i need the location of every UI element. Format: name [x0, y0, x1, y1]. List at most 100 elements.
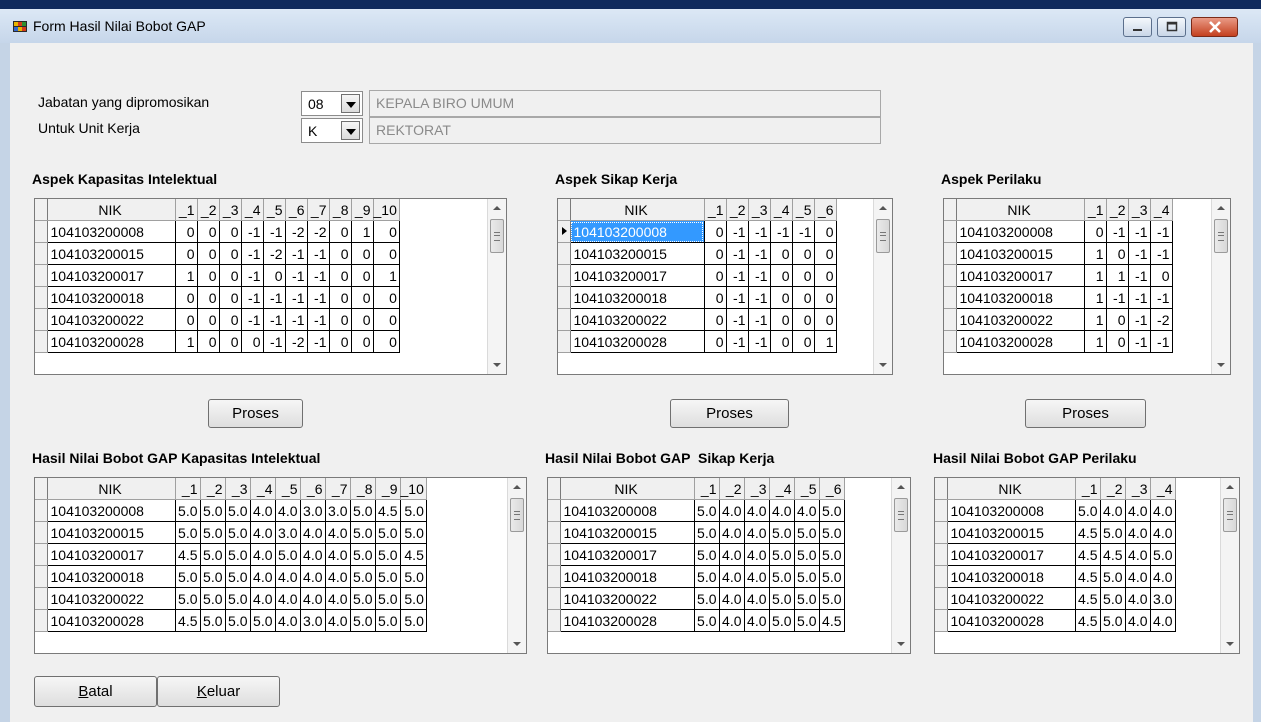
row-indicator[interactable] — [935, 543, 948, 566]
scroll-thumb[interactable] — [876, 219, 890, 253]
value-cell[interactable]: 4.0 — [325, 565, 351, 588]
row-indicator[interactable] — [558, 264, 571, 287]
table-row[interactable]: 104103200017 5.0 4.0 4.0 5.0 5.0 5.0 — [548, 543, 845, 566]
value-cell[interactable]: -1 — [726, 264, 749, 287]
row-indicator[interactable] — [35, 587, 48, 610]
nik-cell[interactable]: 104103200008 — [947, 499, 1076, 522]
column-header[interactable]: _3 — [1128, 199, 1151, 221]
table-row[interactable]: 104103200017 1 1 -1 0 — [944, 264, 1173, 287]
value-cell[interactable]: 4.0 — [1150, 499, 1176, 522]
table-row[interactable]: 104103200015 0 0 0 -1 -2 -1 -1 0 0 0 — [35, 242, 400, 265]
value-cell[interactable]: -1 — [285, 242, 308, 265]
value-cell[interactable]: -1 — [263, 308, 286, 331]
value-cell[interactable]: -1 — [307, 264, 330, 287]
value-cell[interactable]: 5.0 — [1150, 543, 1176, 566]
table-row[interactable]: 104103200015 4.5 5.0 4.0 4.0 — [935, 521, 1176, 544]
value-cell[interactable]: -1 — [748, 242, 771, 265]
value-cell[interactable]: -1 — [285, 308, 308, 331]
value-cell[interactable]: 0 — [197, 330, 220, 353]
value-cell[interactable]: -2 — [285, 330, 308, 353]
value-cell[interactable]: 0 — [770, 308, 793, 331]
value-cell[interactable]: 4.0 — [744, 609, 770, 632]
value-cell[interactable]: 4.0 — [744, 499, 770, 522]
scroll-thumb[interactable] — [1223, 498, 1237, 532]
nik-cell[interactable]: 104103200015 — [570, 242, 705, 265]
value-cell[interactable]: -2 — [285, 220, 308, 243]
value-cell[interactable]: 5.0 — [819, 587, 845, 610]
value-cell[interactable]: 0 — [1106, 242, 1129, 265]
column-header[interactable]: _1 — [1084, 199, 1107, 221]
value-cell[interactable]: 4.0 — [250, 587, 276, 610]
value-cell[interactable]: 5.0 — [1075, 499, 1101, 522]
scroll-up-icon[interactable] — [508, 478, 526, 496]
value-cell[interactable]: 4.0 — [250, 499, 276, 522]
scroll-down-icon[interactable] — [892, 635, 910, 653]
value-cell[interactable]: -1 — [1150, 286, 1173, 309]
value-cell[interactable]: 5.0 — [819, 521, 845, 544]
row-indicator[interactable] — [35, 242, 48, 265]
scroll-down-icon[interactable] — [488, 356, 506, 374]
column-header[interactable]: _7 — [307, 199, 330, 221]
scroll-up-icon[interactable] — [1221, 478, 1239, 496]
value-cell[interactable]: 5.0 — [400, 521, 427, 544]
column-header[interactable]: _2 — [719, 478, 745, 500]
scroll-thumb[interactable] — [894, 498, 908, 532]
column-header[interactable]: _8 — [329, 199, 352, 221]
value-cell[interactable]: -1 — [726, 242, 749, 265]
scroll-thumb[interactable] — [490, 219, 504, 253]
table-row[interactable]: 104103200028 4.5 5.0 5.0 5.0 4.0 3.0 4.0 5.0 5.0 5… — [35, 609, 427, 632]
column-header[interactable]: NIK — [47, 478, 176, 500]
nik-cell[interactable]: 104103200028 — [47, 609, 176, 632]
value-cell[interactable]: 5.0 — [794, 587, 820, 610]
value-cell[interactable]: -1 — [748, 286, 771, 309]
grid-aspek-perilaku[interactable]: NIK _1 _2 _3 _4 104103200008 0 -1 -1 -1 1041032000… — [943, 198, 1231, 375]
column-header[interactable]: _2 — [1106, 199, 1129, 221]
table-row[interactable]: 104103200017 4.5 4.5 4.0 5.0 — [935, 543, 1176, 566]
column-header[interactable]: _8 — [350, 478, 376, 500]
vertical-scrollbar[interactable] — [891, 478, 910, 653]
value-cell[interactable]: 5.0 — [225, 499, 251, 522]
value-cell[interactable]: -2 — [307, 220, 330, 243]
row-indicator[interactable] — [944, 220, 957, 243]
column-header[interactable]: _3 — [1125, 478, 1151, 500]
value-cell[interactable]: 4.0 — [719, 543, 745, 566]
value-cell[interactable]: 4.0 — [719, 587, 745, 610]
value-cell[interactable]: 5.0 — [1100, 521, 1126, 544]
nik-cell[interactable]: 104103200015 — [47, 521, 176, 544]
table-row[interactable]: 104103200018 5.0 4.0 4.0 5.0 5.0 5.0 — [548, 565, 845, 588]
value-cell[interactable]: 5.0 — [769, 587, 795, 610]
value-cell[interactable]: 5.0 — [794, 565, 820, 588]
nik-cell[interactable]: 104103200018 — [956, 286, 1085, 309]
row-indicator[interactable] — [548, 521, 561, 544]
column-header[interactable]: _1 — [704, 199, 727, 221]
column-header[interactable]: _3 — [219, 199, 242, 221]
value-cell[interactable]: 0 — [329, 286, 352, 309]
table-row[interactable]: 104103200008 5.0 4.0 4.0 4.0 4.0 5.0 — [548, 499, 845, 522]
value-cell[interactable]: 5.0 — [175, 587, 201, 610]
nik-cell[interactable]: 104103200008 — [47, 499, 176, 522]
value-cell[interactable]: 5.0 — [769, 565, 795, 588]
value-cell[interactable]: 5.0 — [175, 499, 201, 522]
value-cell[interactable]: 0 — [373, 242, 400, 265]
row-indicator[interactable] — [558, 308, 571, 331]
value-cell[interactable]: 0 — [219, 242, 242, 265]
value-cell[interactable]: 5.0 — [350, 543, 376, 566]
value-cell[interactable]: 3.0 — [1150, 587, 1176, 610]
value-cell[interactable]: 5.0 — [794, 521, 820, 544]
value-cell[interactable]: 4.0 — [300, 521, 326, 544]
value-cell[interactable]: 5.0 — [200, 543, 226, 566]
value-cell[interactable]: 0 — [770, 242, 793, 265]
nik-cell[interactable]: 104103200028 — [947, 609, 1076, 632]
table-row[interactable]: 104103200028 1 0 -1 -1 — [944, 330, 1173, 353]
value-cell[interactable]: 3.0 — [325, 499, 351, 522]
value-cell[interactable]: 0 — [175, 286, 198, 309]
value-cell[interactable]: 0 — [770, 286, 793, 309]
grid-hasil-intelektual[interactable]: NIK _1 _2 _3 _4 _5 _6 _7 _8 _9 _10 104103200008 5.0 5… — [34, 477, 527, 654]
column-header[interactable]: _2 — [197, 199, 220, 221]
row-indicator[interactable] — [35, 609, 48, 632]
proses-perilaku-button[interactable]: Proses — [1025, 399, 1146, 428]
table-row[interactable]: 104103200008 0 -1 -1 -1 — [944, 220, 1173, 243]
value-cell[interactable]: 0 — [263, 264, 286, 287]
value-cell[interactable]: 0 — [351, 286, 374, 309]
value-cell[interactable]: 0 — [351, 308, 374, 331]
